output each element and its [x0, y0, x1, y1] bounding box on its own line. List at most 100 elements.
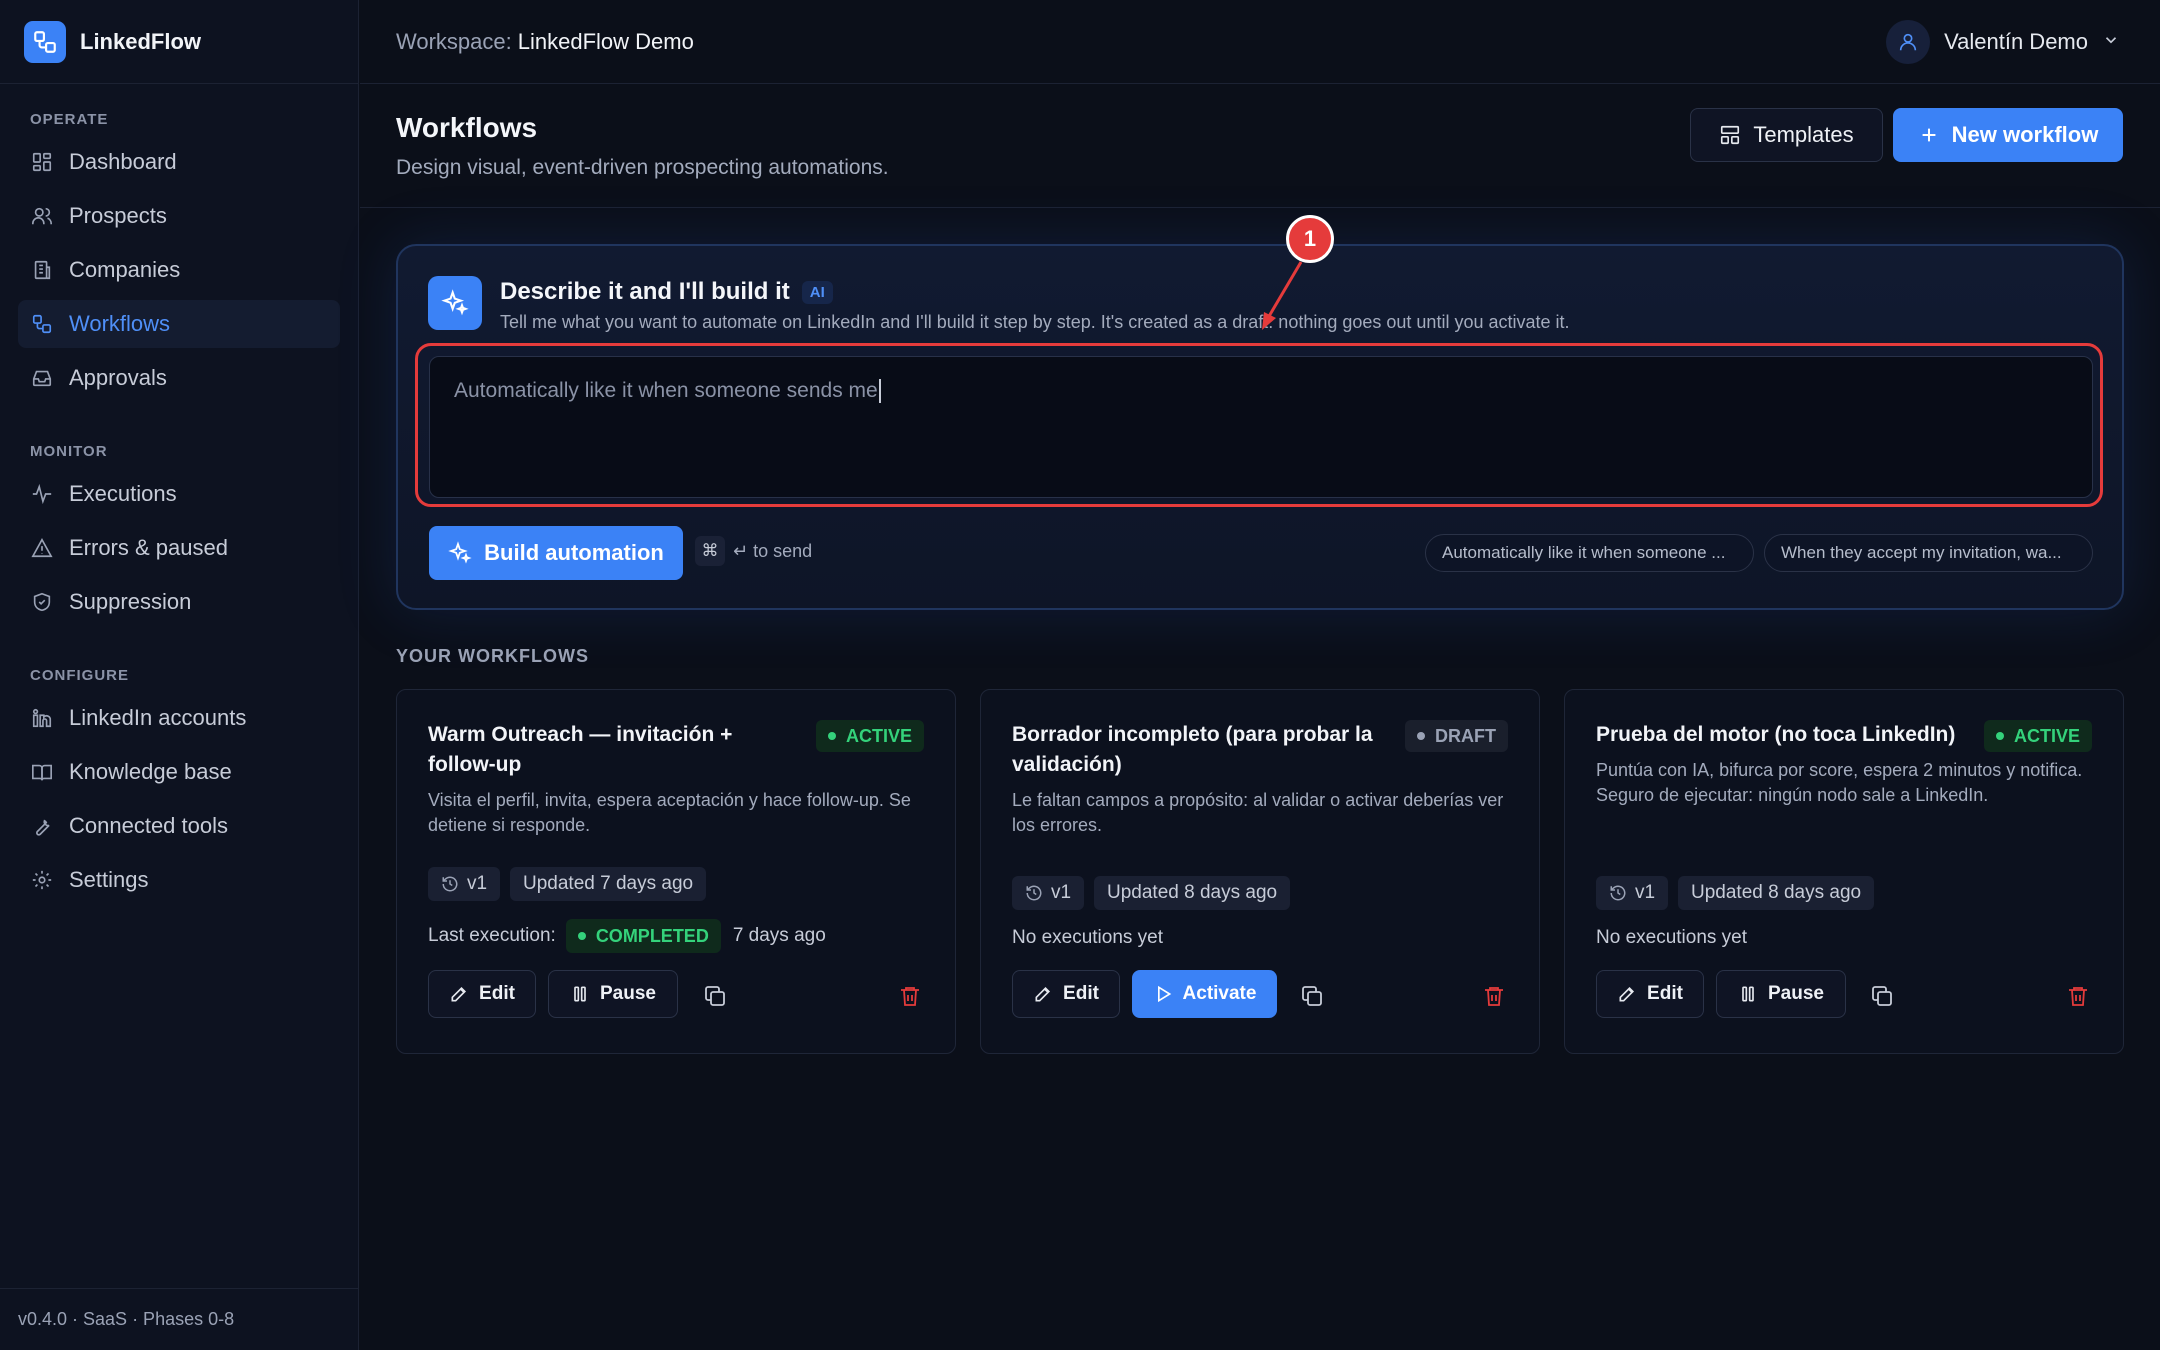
workflow-card[interactable]: Warm Outreach — invitación + follow-up A…: [396, 689, 956, 1054]
page-title: Workflows: [396, 112, 538, 143]
pause-icon: [570, 984, 590, 1004]
sidebar-item-label: Knowledge base: [69, 759, 232, 784]
building-icon: [30, 258, 54, 282]
status-text: ACTIVE: [845, 725, 912, 746]
last-execution-label: Last execution:: [428, 925, 556, 946]
sidebar-item-approvals[interactable]: Approvals: [18, 354, 340, 402]
trash-icon[interactable]: [897, 983, 923, 1009]
build-automation-label: Build automation: [484, 540, 664, 565]
sidebar-item-connected-tools[interactable]: Connected tools: [18, 802, 340, 850]
sidebar-item-prospects[interactable]: Prospects: [18, 192, 340, 240]
send-hint: ↵ to send: [733, 540, 813, 561]
dashboard-icon: [30, 150, 54, 174]
version-text: v1: [1051, 882, 1072, 903]
new-workflow-button[interactable]: New workflow: [1893, 108, 2123, 162]
status-dot: [577, 932, 586, 940]
trash-icon[interactable]: [1481, 983, 1507, 1009]
sidebar-item-companies[interactable]: Companies: [18, 246, 340, 294]
last-execution: Last execution: COMPLETED 7 days ago: [428, 919, 826, 953]
edit-button[interactable]: Edit: [1596, 970, 1704, 1018]
page-header: Workflows Design visual, event-driven pr…: [360, 84, 2160, 208]
status-dot: [1995, 732, 2004, 740]
sidebar-item-suppression[interactable]: Suppression: [18, 578, 340, 626]
sidebar-item-label: Approvals: [69, 365, 167, 390]
pause-label: Pause: [600, 983, 656, 1004]
workflow-description: Visita el perfil, invita, espera aceptac…: [428, 790, 911, 835]
annotation-marker: 1: [1286, 215, 1334, 263]
version-footer: v0.4.0 · SaaS · Phases 0-8: [0, 1288, 359, 1350]
plus-icon: [1918, 124, 1940, 146]
no-executions-text: No executions yet: [1012, 927, 1164, 948]
status-text: ACTIVE: [2013, 725, 2080, 746]
workspace-name: LinkedFlow Demo: [517, 28, 694, 54]
pause-button[interactable]: Pause: [1716, 970, 1846, 1018]
nav-monitor: MONITOR Executions Errors & paused Suppr…: [0, 422, 358, 626]
suggestion-chip[interactable]: Automatically like it when someone ...: [1425, 534, 1754, 572]
status-badge: DRAFT: [1405, 720, 1508, 752]
sidebar-item-workflows[interactable]: Workflows: [18, 300, 340, 348]
edit-label: Edit: [1647, 983, 1683, 1004]
new-workflow-label: New workflow: [1951, 122, 2099, 147]
suggestion-chip[interactable]: When they accept my invitation, wa...: [1764, 534, 2093, 572]
ai-badge: AI: [801, 280, 833, 304]
edit-label: Edit: [1063, 983, 1099, 1004]
edit-button[interactable]: Edit: [1012, 970, 1120, 1018]
activity-icon: [30, 482, 54, 506]
workflow-title: Borrador incompleto (para probar la vali…: [1012, 723, 1373, 776]
pause-button[interactable]: Pause: [548, 970, 678, 1018]
build-automation-button[interactable]: Build automation: [429, 526, 683, 580]
templates-button[interactable]: Templates: [1690, 108, 1883, 162]
workspace-label: Workspace:: [396, 28, 512, 54]
workflow-card[interactable]: Borrador incompleto (para probar la vali…: [980, 689, 1540, 1054]
sparkles-icon: [448, 541, 472, 565]
workflow-title: Prueba del motor (no toca LinkedIn): [1596, 723, 1956, 746]
history-icon: [441, 875, 459, 893]
sidebar-item-dashboard[interactable]: Dashboard: [18, 138, 340, 186]
sidebar-item-settings[interactable]: Settings: [18, 856, 340, 904]
sidebar-item-label: Prospects: [69, 203, 167, 228]
sidebar-item-knowledge-base[interactable]: Knowledge base: [18, 748, 340, 796]
play-icon: [1153, 984, 1173, 1004]
activate-button[interactable]: Activate: [1132, 970, 1277, 1018]
sidebar-item-label: Settings: [69, 867, 149, 892]
pause-icon: [1738, 984, 1758, 1004]
sidebar-item-label: Errors & paused: [69, 535, 228, 560]
status-text: DRAFT: [1435, 725, 1496, 746]
sidebar-item-executions[interactable]: Executions: [18, 470, 340, 518]
ai-builder-card: Describe it and I'll build it AI Tell me…: [396, 244, 2124, 610]
status-dot: [1417, 732, 1425, 740]
workflow-description: Puntúa con IA, bifurca por score, espera…: [1596, 760, 2083, 805]
execution-status-text: COMPLETED: [595, 925, 709, 946]
edit-label: Edit: [479, 983, 515, 1004]
pencil-icon: [1617, 984, 1637, 1004]
user-menu[interactable]: Valentín Demo: [1886, 20, 2120, 64]
trash-icon[interactable]: [2065, 983, 2091, 1009]
duplicate-icon[interactable]: [1299, 983, 1325, 1009]
nav-heading: MONITOR: [30, 443, 108, 460]
workflow-card[interactable]: Prueba del motor (no toca LinkedIn) ACTI…: [1564, 689, 2124, 1054]
sidebar-item-errors[interactable]: Errors & paused: [18, 524, 340, 572]
status-badge: ACTIVE: [815, 720, 924, 752]
wrench-icon: [30, 814, 54, 838]
sidebar-item-label: Connected tools: [69, 813, 228, 838]
app-name: LinkedFlow: [80, 28, 201, 54]
keyboard-hint: ⌘ ↵ to send: [695, 536, 812, 566]
sparkles-icon: [428, 276, 482, 330]
sidebar-item-label: Dashboard: [69, 149, 177, 174]
brand[interactable]: LinkedFlow: [0, 0, 358, 84]
edit-button[interactable]: Edit: [428, 970, 536, 1018]
templates-label: Templates: [1753, 122, 1854, 147]
sidebar-item-label: Companies: [69, 257, 181, 282]
status-dot: [827, 732, 836, 740]
sidebar-item-label: Workflows: [69, 311, 171, 336]
sidebar-item-linkedin-accounts[interactable]: LinkedIn accounts: [18, 694, 340, 742]
users-icon: [30, 204, 54, 228]
inbox-icon: [30, 366, 54, 390]
ai-builder-title-text: Describe it and I'll build it: [500, 278, 790, 305]
duplicate-icon[interactable]: [1869, 983, 1895, 1009]
gear-icon: [30, 868, 54, 892]
version-text: v1: [467, 873, 488, 894]
duplicate-icon[interactable]: [702, 983, 728, 1009]
version-chip: v1: [1596, 876, 1669, 910]
sidebar: LinkedFlow OPERATE Dashboard Prospects C…: [0, 0, 359, 1350]
